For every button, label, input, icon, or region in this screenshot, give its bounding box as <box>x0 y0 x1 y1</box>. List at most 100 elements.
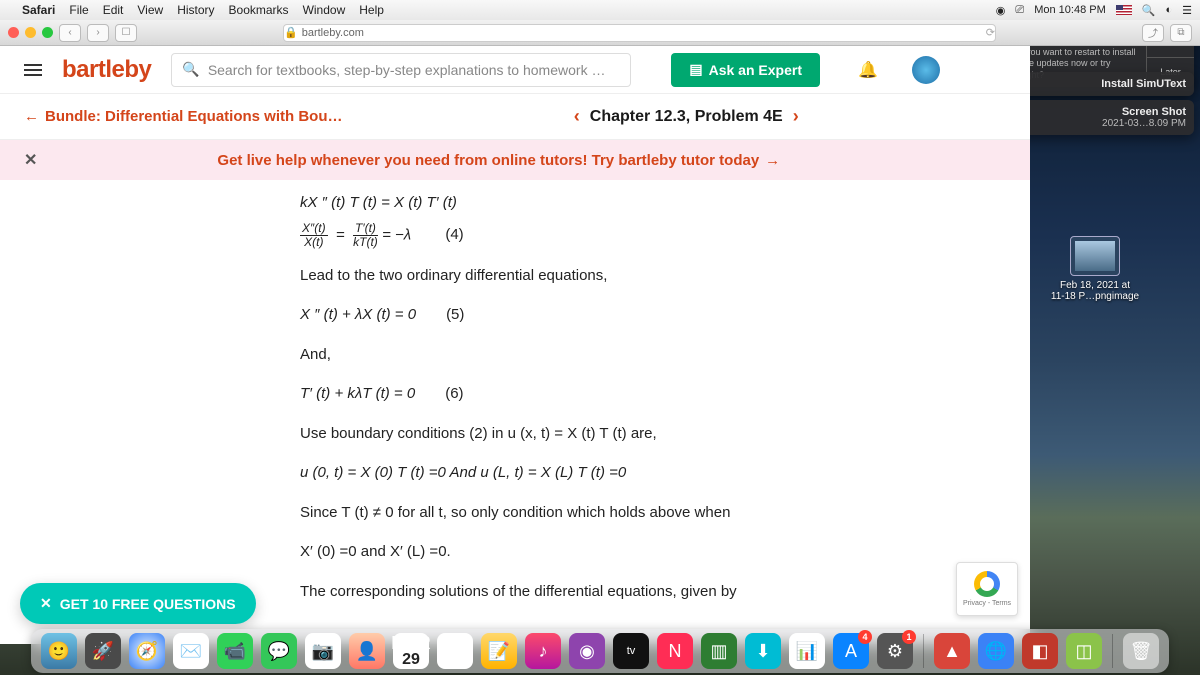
dock-facetime[interactable]: 📹 <box>217 633 253 669</box>
dock-tv[interactable]: tv <box>613 633 649 669</box>
avatar[interactable] <box>912 56 940 84</box>
dock-app2[interactable]: ▲ <box>934 633 970 669</box>
subheader: ← Bundle: Differential Equations with Bo… <box>0 94 1030 140</box>
siri-icon[interactable]: ◐ <box>1165 4 1172 16</box>
url-bar[interactable]: 🔒 bartleby.com ⟳ <box>283 24 996 42</box>
dock-launchpad[interactable]: 🚀 <box>85 633 121 669</box>
recaptcha-text: Privacy - Terms <box>963 600 1011 607</box>
cta-button[interactable]: ✕ GET 10 FREE QUESTIONS <box>20 583 256 624</box>
menu-history[interactable]: History <box>177 3 214 17</box>
menu-window[interactable]: Window <box>303 3 346 17</box>
sidebar-toggle[interactable]: ☐ <box>115 24 137 42</box>
menu-file[interactable]: File <box>69 3 88 17</box>
dock-messages[interactable]: 💬 <box>261 633 297 669</box>
file-thumb-icon <box>1070 236 1120 276</box>
ask-expert-button[interactable]: ▤ Ask an Expert <box>671 53 820 87</box>
cta-close-icon[interactable]: ✕ <box>40 595 52 612</box>
spotlight-icon[interactable]: 🔍 <box>1142 4 1156 17</box>
clock[interactable]: Mon 10:48 PM <box>1034 4 1106 16</box>
menu-help[interactable]: Help <box>359 3 384 17</box>
promo-close-icon[interactable]: ✕ <box>24 150 37 170</box>
dock-numbers[interactable]: ▥ <box>701 633 737 669</box>
promo-text[interactable]: Get live help whenever you need from onl… <box>217 152 759 169</box>
dock-calendar[interactable]: MAR29 <box>393 633 429 669</box>
notif-install[interactable]: Install SimUText <box>1004 72 1194 96</box>
and: And, <box>300 342 970 368</box>
menu-edit[interactable]: Edit <box>103 3 124 17</box>
dock-mail[interactable]: ✉️ <box>173 633 209 669</box>
solution-content: kX ″ (t) T (t) = X (t) T′ (t) X″(t)X(t) … <box>0 180 1030 638</box>
dock-news[interactable]: N <box>657 633 693 669</box>
dock-app5[interactable]: ◫ <box>1066 633 1102 669</box>
dock-reminders[interactable]: ☰ <box>437 633 473 669</box>
dock-settings[interactable]: ⚙1 <box>877 633 913 669</box>
app-name[interactable]: Safari <box>22 3 55 17</box>
eq-2: X″(t)X(t) = T′(t)kT(t) = −λ (4) <box>300 222 970 249</box>
dock-app1[interactable]: ⬇ <box>745 633 781 669</box>
hamburger-icon[interactable] <box>24 64 42 76</box>
dock-trash[interactable]: 🗑 <box>1123 633 1159 669</box>
recaptcha-badge[interactable]: Privacy - Terms <box>956 562 1018 616</box>
promo-arrow-icon: → <box>765 152 780 169</box>
chapter-title: Chapter 12.3, Problem 4E <box>590 108 783 126</box>
eq-3: X ″ (t) + λX (t) = 0(5) <box>300 302 970 328</box>
dock-finder[interactable]: 🙂 <box>41 633 77 669</box>
site-header: bartleby 🔍 Search for textbooks, step-by… <box>0 46 1030 94</box>
share-button[interactable]: ⤴ <box>1142 24 1164 42</box>
flag-icon[interactable] <box>1116 5 1132 15</box>
chapter-next[interactable]: › <box>793 106 799 127</box>
window-min[interactable] <box>25 27 36 38</box>
eq-4: T′ (t) + kλT (t) = 0(6) <box>300 381 970 407</box>
para-6: The corresponding solutions of the diffe… <box>300 579 970 605</box>
eq-1: kX ″ (t) T (t) = X (t) T′ (t) <box>300 190 970 216</box>
back-link[interactable]: ← Bundle: Differential Equations with Bo… <box>24 108 343 125</box>
recaptcha-icon <box>974 571 1000 597</box>
para-5: X′ (0) =0 and X′ (L) =0. <box>300 539 970 565</box>
back-link-label: Bundle: Differential Equations with Bou… <box>45 108 343 125</box>
nav-back[interactable]: ‹ <box>59 24 81 42</box>
dock-notes[interactable]: 📝 <box>481 633 517 669</box>
search-icon: 🔍 <box>182 61 199 78</box>
chapter-prev[interactable]: ‹ <box>574 106 580 127</box>
ask-expert-label: Ask an Expert <box>709 62 802 78</box>
window-max[interactable] <box>42 27 53 38</box>
notif-screenshot[interactable]: Screen Shot 2021-03…8.09 PM <box>1004 100 1194 135</box>
cta-label: GET 10 FREE QUESTIONS <box>60 596 236 612</box>
notif-shot-title: Screen Shot <box>1012 106 1186 118</box>
dock-podcasts[interactable]: ◉ <box>569 633 605 669</box>
notif-install-title: Install SimUText <box>1012 78 1186 90</box>
dock-keynote[interactable]: 📊 <box>789 633 825 669</box>
desktop-file[interactable]: Feb 18, 2021 at 11-18 P…pngimage <box>1050 236 1140 302</box>
search-input[interactable]: 🔍 Search for textbooks, step-by-step exp… <box>171 53 631 87</box>
tabs-button[interactable]: ⧉ <box>1170 24 1192 42</box>
mac-menubar: Safari File Edit View History Bookmarks … <box>0 0 1200 20</box>
para-2: Use boundary conditions (2) in u (x, t) … <box>300 421 970 447</box>
dock-appstore[interactable]: A4 <box>833 633 869 669</box>
dock-safari[interactable]: 🧭 <box>129 633 165 669</box>
menu-bookmarks[interactable]: Bookmarks <box>229 3 289 17</box>
dock-photobooth[interactable]: 📷 <box>305 633 341 669</box>
nav-forward[interactable]: › <box>87 24 109 42</box>
chapter-nav: ‹ Chapter 12.3, Problem 4E › <box>574 106 799 127</box>
file-line1: Feb 18, 2021 at <box>1050 280 1140 291</box>
safari-toolbar: ‹ › ☐ 🔒 bartleby.com ⟳ ⤴ ⧉ <box>0 20 1200 46</box>
window-close[interactable] <box>8 27 19 38</box>
dock-separator-2 <box>1112 634 1113 668</box>
display-icon[interactable]: ⎚ <box>1015 4 1024 17</box>
control-center-icon[interactable]: ☰ <box>1182 4 1192 17</box>
wifi-icon[interactable]: ◉ <box>996 4 1006 17</box>
para-1: Lead to the two ordinary differential eq… <box>300 263 970 289</box>
dock-music[interactable]: ♪ <box>525 633 561 669</box>
notif-shot-sub: 2021-03…8.09 PM <box>1012 118 1186 129</box>
dock-contacts[interactable]: 👤 <box>349 633 385 669</box>
page: bartleby 🔍 Search for textbooks, step-by… <box>0 46 1030 644</box>
bell-icon[interactable]: 🔔 <box>858 60 878 80</box>
dock-app4[interactable]: ◧ <box>1022 633 1058 669</box>
menu-view[interactable]: View <box>137 3 163 17</box>
search-placeholder: Search for textbooks, step-by-step expla… <box>208 62 606 78</box>
dock-separator <box>923 634 924 668</box>
url-text: bartleby.com <box>302 27 364 39</box>
dock-app3[interactable]: 🌐 <box>978 633 1014 669</box>
reload-icon[interactable]: ⟳ <box>986 26 995 39</box>
brand-logo[interactable]: bartleby <box>62 56 151 84</box>
